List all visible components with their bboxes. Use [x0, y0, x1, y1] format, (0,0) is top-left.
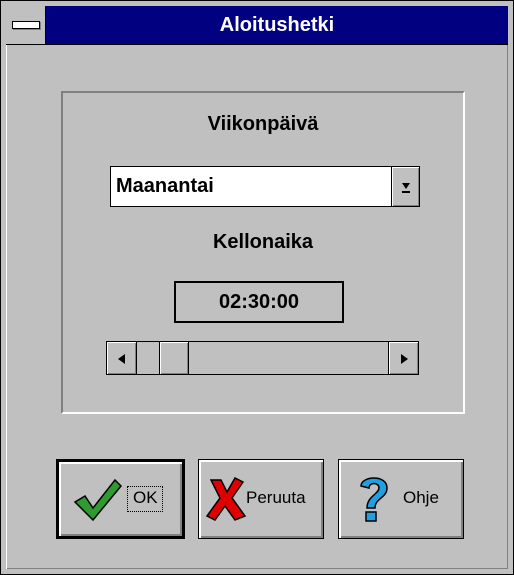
scroll-thumb[interactable]: [159, 342, 189, 374]
chevron-down-icon: [401, 183, 410, 194]
dialog-window: Aloitushetki Viikonpäivä Maanantai Kello…: [0, 0, 514, 575]
cancel-button[interactable]: Peruuta: [198, 459, 324, 539]
weekday-value: Maanantai: [116, 175, 214, 197]
time-slider[interactable]: [106, 341, 419, 375]
ok-label: OK: [133, 488, 158, 507]
ok-button[interactable]: OK: [56, 459, 185, 539]
weekday-dropdown[interactable]: Maanantai: [110, 166, 420, 207]
x-icon: [205, 477, 247, 521]
scroll-left-button[interactable]: [107, 342, 137, 374]
dropdown-arrow-button[interactable]: [391, 167, 419, 206]
help-button[interactable]: Ohje: [338, 459, 464, 539]
cancel-label: Peruuta: [246, 488, 306, 507]
scroll-track[interactable]: [137, 342, 388, 374]
weekday-label: Viikonpäivä: [207, 113, 319, 135]
time-display: 02:30:00: [174, 281, 344, 323]
question-icon: [360, 477, 388, 522]
help-label: Ohje: [403, 488, 439, 507]
check-icon: [73, 478, 123, 522]
scroll-right-button[interactable]: [388, 342, 418, 374]
title-bar[interactable]: Aloitushetki: [6, 6, 508, 45]
window-title: Aloitushetki: [219, 14, 335, 36]
system-menu-icon: [12, 21, 40, 29]
time-label: Kellonaika: [212, 231, 314, 253]
arrow-left-icon: [117, 354, 125, 365]
settings-panel: Viikonpäivä Maanantai Kellonaika 02:30:0…: [61, 91, 465, 414]
arrow-right-icon: [400, 354, 408, 365]
system-menu-button[interactable]: [6, 6, 46, 44]
